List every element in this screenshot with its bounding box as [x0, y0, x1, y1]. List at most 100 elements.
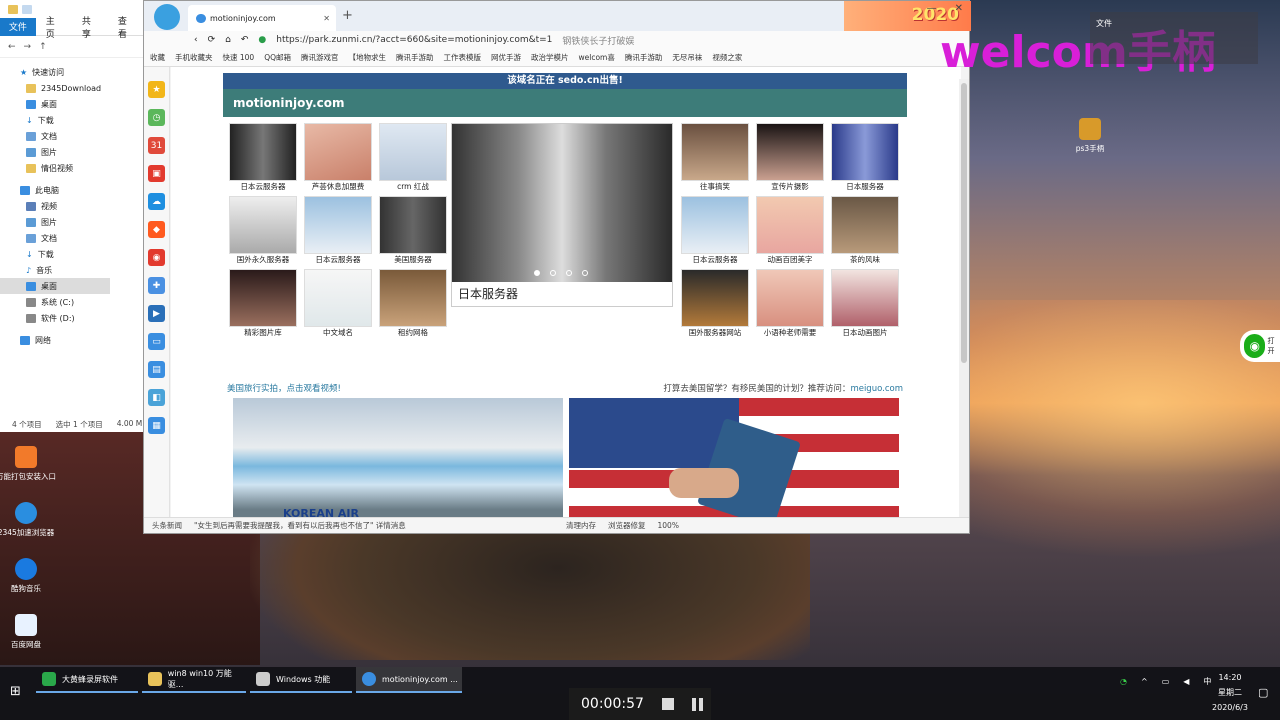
- bookmark-item[interactable]: QQ邮箱: [264, 52, 291, 63]
- ad-tile[interactable]: crm 红战: [377, 123, 449, 194]
- tree-item-selected[interactable]: 桌面: [0, 278, 110, 294]
- back-arrow-icon[interactable]: ‹: [194, 35, 198, 45]
- carousel-caption[interactable]: 日本服务器: [452, 282, 672, 306]
- ad-tile[interactable]: 动画百团美字: [754, 196, 826, 267]
- taskbar-app-active[interactable]: motioninjoy.com ...: [356, 667, 462, 693]
- forward-arrow-icon[interactable]: →: [24, 42, 32, 52]
- cloud-icon[interactable]: ☁: [148, 193, 165, 210]
- ad-tile[interactable]: 租约网格: [377, 269, 449, 340]
- deal-icon[interactable]: ◉: [148, 249, 165, 266]
- ad-tile[interactable]: 宣传片摄影: [754, 123, 826, 194]
- clean-memory-button[interactable]: 清理内存: [566, 520, 596, 531]
- back-arrow-icon[interactable]: ←: [8, 42, 16, 52]
- pause-icon[interactable]: [691, 697, 703, 711]
- meiguo-link[interactable]: meiguo.com: [850, 384, 903, 394]
- bookmark-item[interactable]: 工作表模版: [444, 52, 482, 63]
- tree-item[interactable]: 文档: [0, 128, 144, 144]
- ad-tile[interactable]: 日本云服务器: [302, 196, 374, 267]
- sedo-banner[interactable]: 该域名正在 sedo.cn出售!: [223, 73, 907, 89]
- bookmark-item[interactable]: 腾讯手游助: [625, 52, 663, 63]
- bookmark-item[interactable]: 【地物求生: [349, 52, 387, 63]
- monitor-icon[interactable]: ▭: [148, 333, 165, 350]
- save-icon[interactable]: ▤: [148, 361, 165, 378]
- properties-icon[interactable]: [22, 4, 32, 14]
- desktop-icon-browser[interactable]: 2345加速浏览器: [0, 502, 56, 538]
- tree-quick-access[interactable]: ★ 快速访问: [0, 64, 144, 80]
- bookmark-item[interactable]: 网优手游: [491, 52, 521, 63]
- close-tab-icon[interactable]: ✕: [323, 14, 330, 23]
- ribbon-tab-file[interactable]: 文件: [0, 17, 36, 36]
- ad-tile[interactable]: 国外永久服务器: [227, 196, 299, 267]
- notification-icon[interactable]: ▢: [1258, 686, 1268, 699]
- gamepad-icon[interactable]: ✚: [148, 277, 165, 294]
- home-icon[interactable]: ⌂: [225, 35, 231, 45]
- tree-item[interactable]: 软件 (D:): [0, 310, 144, 326]
- ad-tile[interactable]: 茶的风味: [829, 196, 901, 267]
- history-clock-icon[interactable]: ◷: [148, 109, 165, 126]
- promo-left-link[interactable]: 美国旅行实拍，点击观看视频!: [227, 382, 341, 394]
- ribbon-tab-share[interactable]: 共享: [72, 14, 108, 40]
- ad-tile[interactable]: 日本服务器: [829, 123, 901, 194]
- tree-item[interactable]: 图片: [0, 214, 144, 230]
- bookmark-item[interactable]: 腾讯手游助: [396, 52, 434, 63]
- ad-tile[interactable]: 日本动画图片: [829, 269, 901, 340]
- desktop-icon-kugou[interactable]: 酷狗音乐: [0, 558, 56, 594]
- taskbar-app[interactable]: Windows 功能: [250, 667, 352, 693]
- minimize-icon[interactable]: —: [927, 3, 937, 14]
- carousel-dot[interactable]: [534, 270, 540, 276]
- tree-this-pc[interactable]: 此电脑: [0, 182, 144, 198]
- taobao-icon[interactable]: ◆: [148, 221, 165, 238]
- url-input[interactable]: https://park.zunmi.cn/?acct=660&site=mot…: [276, 35, 552, 45]
- ribbon-tab-home[interactable]: 主页: [36, 14, 72, 40]
- browser-repair-button[interactable]: 浏览器修复: [608, 520, 646, 531]
- news-label[interactable]: 头条新闻: [152, 520, 182, 531]
- new-tab-button[interactable]: +: [342, 8, 353, 23]
- bookmark-item[interactable]: 快速 100: [223, 52, 255, 63]
- calendar-icon[interactable]: 31: [148, 137, 165, 154]
- ad-tile[interactable]: 中文域名: [302, 269, 374, 340]
- bookmark-item[interactable]: 无尽吊袜: [672, 52, 702, 63]
- passport-flag-image[interactable]: [569, 398, 899, 519]
- bookmark-item[interactable]: 收藏: [150, 52, 165, 63]
- ad-tile[interactable]: 国外服务器网站: [679, 269, 751, 340]
- browser-tab[interactable]: motioninjoy.com ✕: [188, 5, 336, 31]
- carousel-dot[interactable]: [550, 270, 556, 276]
- tree-network[interactable]: 网络: [0, 332, 144, 348]
- tree-item[interactable]: 文档: [0, 230, 144, 246]
- tree-item[interactable]: ↓ 下载: [0, 112, 144, 128]
- volume-icon[interactable]: ◀: [1183, 677, 1189, 686]
- taskbar-app[interactable]: 大黄蜂录屏软件: [36, 667, 138, 693]
- wifi-tray-icon[interactable]: ◔: [1120, 677, 1127, 686]
- eraser-icon[interactable]: ◧: [148, 389, 165, 406]
- desktop-icon-installer[interactable]: 万能打包安装入口: [0, 446, 56, 482]
- tree-item[interactable]: ↓ 下载: [0, 246, 144, 262]
- carousel-dot[interactable]: [582, 270, 588, 276]
- ad-tile[interactable]: 日本云服务器: [679, 196, 751, 267]
- taskbar-clock[interactable]: 14:20 星期二 2020/6/3: [1200, 670, 1260, 715]
- calculator-icon[interactable]: ▦: [148, 417, 165, 434]
- chevron-up-icon[interactable]: ^: [1141, 677, 1148, 686]
- taskbar-app[interactable]: win8 win10 万能驱...: [142, 667, 246, 693]
- search-hint[interactable]: 钢铁侠长子打破娱: [562, 34, 634, 47]
- tree-item[interactable]: 情侣视频: [0, 160, 144, 176]
- favorites-star-icon[interactable]: ★: [148, 81, 165, 98]
- tree-item[interactable]: 桌面: [0, 96, 144, 112]
- ad-tile[interactable]: 精彩图片库: [227, 269, 299, 340]
- bookmark-item[interactable]: welcom喜: [579, 52, 615, 63]
- tree-item[interactable]: 系统 (C:): [0, 294, 144, 310]
- bookmark-item[interactable]: 视频之家: [712, 52, 742, 63]
- tree-item[interactable]: 2345Download: [0, 80, 144, 96]
- video-icon[interactable]: ▶: [148, 305, 165, 322]
- tree-item[interactable]: 视频: [0, 198, 144, 214]
- refresh-icon[interactable]: ⟳: [208, 35, 216, 45]
- desktop-icon-ps3[interactable]: ps3手柄: [1060, 118, 1120, 154]
- ad-tile[interactable]: 美国服务器: [377, 196, 449, 267]
- ad-tile[interactable]: 芦荟休息加盟费: [302, 123, 374, 194]
- news-ticker[interactable]: "女生到后再需要我提醒我，看到有以后我再也不信了" 详情消息: [194, 520, 554, 531]
- scrollbar-thumb[interactable]: [961, 83, 967, 363]
- windows-start-icon[interactable]: ⊞: [10, 684, 21, 699]
- ad-tile[interactable]: 小语种老师需要: [754, 269, 826, 340]
- bookmark-item[interactable]: 政治学模片: [531, 52, 569, 63]
- bookmark-item[interactable]: 腾讯游戏官: [301, 52, 339, 63]
- stop-icon[interactable]: [661, 698, 674, 710]
